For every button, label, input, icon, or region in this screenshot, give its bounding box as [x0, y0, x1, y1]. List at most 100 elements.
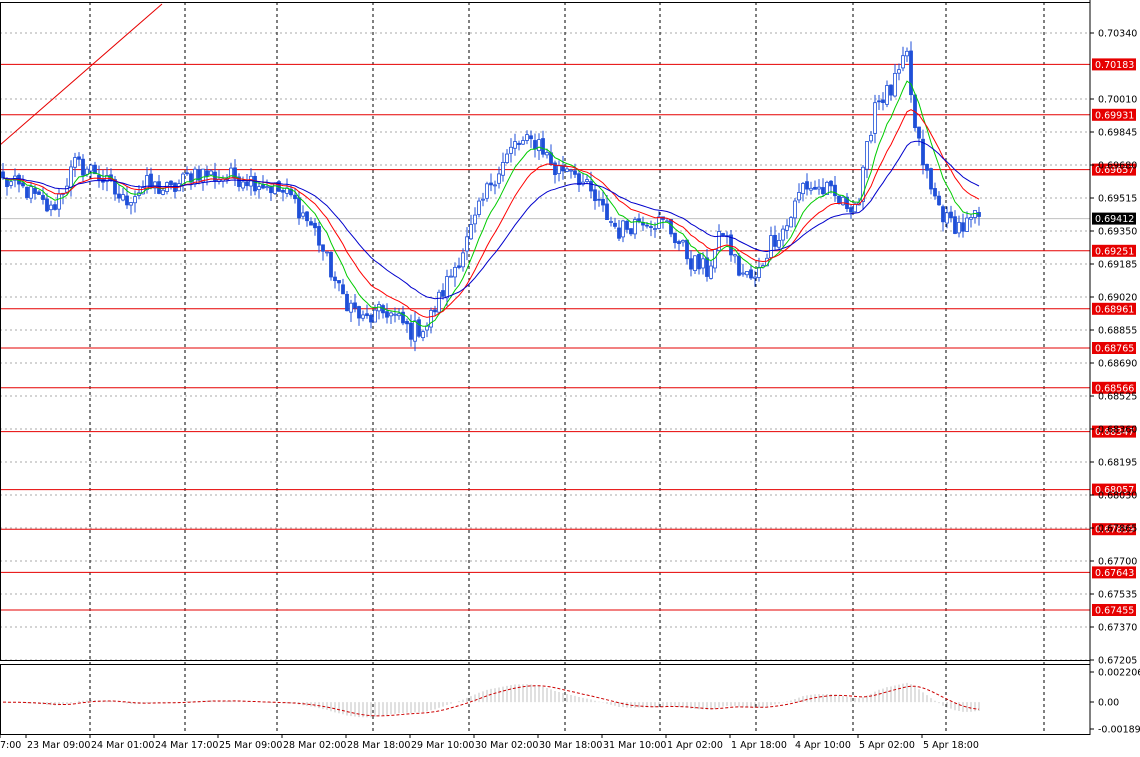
candle-body	[621, 220, 625, 238]
candle-body	[757, 266, 761, 278]
candle-body	[513, 141, 517, 149]
price-tick-label: 0.70010	[1098, 95, 1137, 106]
price-tick-label: 0.67865	[1098, 524, 1137, 535]
candle-body	[677, 241, 681, 244]
candle-body	[521, 140, 525, 145]
candle-body	[405, 321, 409, 325]
candle-body	[745, 271, 749, 276]
level-label: 0.69931	[1095, 110, 1134, 121]
time-tick-label: 30 Mar 02:00	[475, 740, 538, 751]
candle-body	[353, 302, 357, 309]
candle-body	[429, 310, 433, 328]
candle-body	[849, 207, 853, 213]
candle-body	[373, 309, 377, 323]
indicator-axis: 0.002206 0.00 -0.001899	[1090, 668, 1140, 736]
candle-body	[321, 244, 325, 252]
candle-body	[941, 206, 945, 223]
candle-body	[41, 195, 45, 200]
candle-body	[345, 293, 349, 312]
candle-body	[945, 212, 949, 224]
candle-body	[557, 165, 561, 175]
candle-body	[25, 186, 29, 198]
candle-body	[685, 239, 689, 260]
candle-body	[953, 216, 957, 234]
candle-body	[329, 251, 333, 278]
candle-body	[365, 313, 369, 317]
candle-body	[693, 255, 697, 271]
candle-body	[209, 170, 213, 176]
level-label: 0.67455	[1095, 606, 1134, 617]
candle-body	[73, 157, 77, 168]
candle-body	[785, 225, 789, 231]
candle-body	[525, 134, 529, 141]
candle-body	[169, 180, 173, 186]
candle-body	[977, 212, 981, 217]
candle-body	[777, 240, 781, 248]
candle-body	[393, 313, 397, 316]
candle-body	[437, 291, 441, 313]
candle-body	[269, 186, 273, 194]
candle-body	[517, 142, 521, 145]
time-tick-label: 4 Apr 10:00	[795, 740, 851, 751]
candle-body	[409, 322, 413, 340]
candle-body	[85, 168, 89, 175]
moving-average-line	[2, 109, 980, 318]
candlestick-series	[1, 41, 981, 352]
price-tick-label: 0.68855	[1098, 326, 1137, 337]
price-tick-label: 0.67370	[1098, 623, 1137, 634]
trading-chart[interactable]: 0.701830.699310.696570.692510.689610.687…	[0, 0, 1140, 757]
candle-body	[245, 181, 249, 187]
candle-body	[465, 236, 469, 252]
candle-body	[609, 221, 613, 223]
candle-body	[57, 193, 61, 210]
price-tick-label: 0.68030	[1098, 491, 1137, 502]
candle-body	[281, 190, 285, 193]
indicator-tick-label: 0.002206	[1098, 668, 1140, 679]
candle-body	[29, 186, 33, 199]
price-tick-label: 0.69845	[1098, 128, 1137, 139]
candle-body	[413, 320, 417, 342]
candle-body	[477, 200, 481, 215]
candle-body	[481, 198, 485, 201]
candle-body	[457, 265, 461, 268]
candle-body	[949, 211, 953, 218]
price-tick-label: 0.68525	[1098, 392, 1137, 403]
candle-body	[417, 319, 421, 337]
candle-body	[705, 257, 709, 277]
candle-body	[797, 192, 801, 201]
candle-body	[533, 140, 537, 150]
candle-body	[589, 181, 593, 192]
candle-body	[961, 222, 965, 232]
candle-body	[97, 174, 101, 181]
candle-body	[565, 168, 569, 172]
candle-body	[645, 224, 649, 227]
time-tick-label: 28 Mar 02:00	[283, 740, 346, 751]
candle-body	[889, 84, 893, 96]
price-tick-label: 0.70340	[1098, 29, 1137, 40]
candle-body	[793, 200, 797, 219]
candle-body	[897, 69, 901, 74]
price-tick-label: 0.68195	[1098, 458, 1137, 469]
time-tick-label: 1 Apr 18:00	[731, 740, 787, 751]
candle-body	[965, 217, 969, 232]
candle-body	[957, 221, 961, 234]
candle-body	[837, 195, 841, 204]
candle-body	[653, 228, 657, 230]
candle-body	[37, 191, 41, 195]
candle-body	[489, 182, 493, 186]
candle-body	[357, 306, 361, 319]
candle-body	[497, 173, 501, 184]
candle-body	[577, 173, 581, 186]
candle-body	[733, 254, 737, 257]
candle-body	[397, 313, 401, 317]
candle-body	[593, 189, 597, 202]
panel-frames	[0, 0, 1091, 735]
indicator-tick-label: -0.001899	[1098, 725, 1140, 736]
candle-body	[809, 187, 813, 191]
candle-body	[161, 189, 165, 195]
moving-average-lines	[2, 80, 980, 327]
price-tick-label: 0.69020	[1098, 293, 1137, 304]
candle-body	[605, 203, 609, 221]
level-label: 0.68765	[1095, 344, 1134, 355]
candle-body	[833, 184, 837, 197]
